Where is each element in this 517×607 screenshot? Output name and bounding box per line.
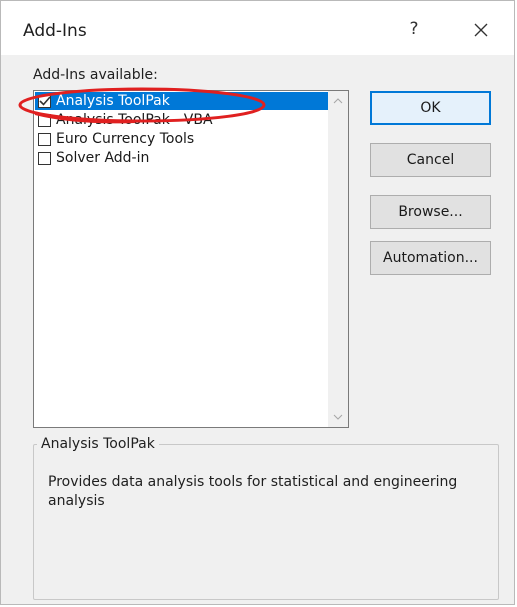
add-ins-available-label: Add-Ins available: (33, 67, 158, 83)
browse-button[interactable]: Browse... (370, 195, 491, 229)
list-item-label: Analysis ToolPak - VBA (56, 112, 213, 128)
add-in-description: Provides data analysis tools for statist… (48, 474, 458, 509)
list-item-analysis-toolpak-vba[interactable]: Analysis ToolPak - VBA (35, 111, 328, 129)
list-item-euro-currency-tools[interactable]: Euro Currency Tools (35, 130, 328, 148)
description-group (33, 444, 499, 600)
help-button[interactable]: ? (404, 19, 424, 43)
list-item-label: Solver Add-in (56, 150, 150, 166)
list-item-solver-add-in[interactable]: Solver Add-in (35, 149, 328, 167)
add-ins-dialog: Add-Ins ? Add-Ins available: Analysis To… (0, 0, 515, 605)
list-item-label: Analysis ToolPak (56, 93, 170, 109)
list-item-analysis-toolpak[interactable]: Analysis ToolPak (35, 92, 328, 110)
checkbox-analysis-toolpak[interactable] (38, 94, 51, 108)
check-icon (39, 95, 51, 106)
description-group-title: Analysis ToolPak (37, 436, 159, 452)
automation-button[interactable]: Automation... (370, 241, 491, 275)
list-scrollbar[interactable] (328, 91, 348, 427)
add-ins-listbox[interactable]: Analysis ToolPak Analysis ToolPak - VBA … (33, 90, 349, 428)
checkbox-analysis-toolpak-vba[interactable] (38, 113, 51, 127)
list-item-label: Euro Currency Tools (56, 131, 195, 147)
scroll-down-icon[interactable] (328, 407, 348, 427)
cancel-button[interactable]: Cancel (370, 143, 491, 177)
close-icon[interactable] (469, 18, 493, 42)
ok-button[interactable]: OK (370, 91, 491, 125)
checkbox-euro-currency-tools[interactable] (38, 132, 51, 146)
title-bar: Add-Ins ? (1, 1, 514, 55)
scroll-up-icon[interactable] (328, 91, 348, 111)
checkbox-solver-add-in[interactable] (38, 151, 51, 165)
dialog-title: Add-Ins (23, 21, 87, 41)
